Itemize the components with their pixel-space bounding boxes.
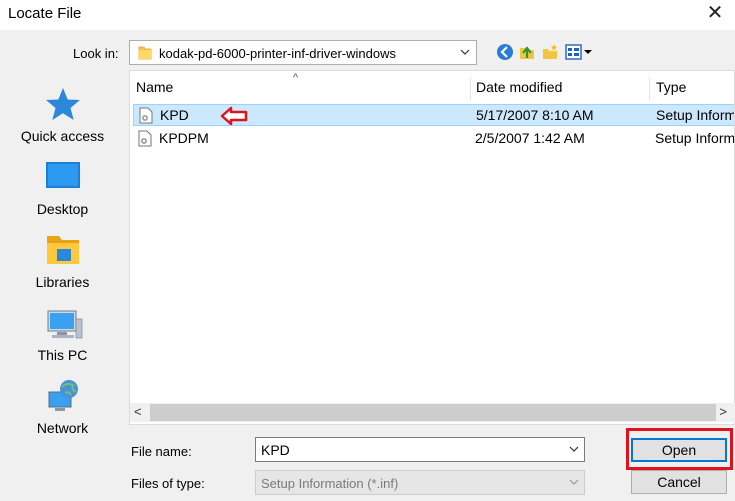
column-divider[interactable] — [470, 77, 471, 101]
desktop-icon — [46, 162, 80, 188]
chevron-down-icon — [569, 479, 579, 485]
new-folder-icon[interactable] — [541, 43, 559, 61]
file-name: KPDPM — [159, 130, 209, 146]
column-header-date-modified[interactable]: Date modified — [476, 79, 562, 101]
chevron-down-icon — [460, 49, 470, 55]
back-icon[interactable] — [496, 43, 514, 61]
file-type: Setup Information — [655, 130, 735, 146]
places-bar: Quick access Desktop Libraries This PC N… — [0, 70, 125, 436]
place-label: Desktop — [36, 201, 89, 217]
window-title: Locate File — [8, 5, 82, 22]
folder-icon — [138, 46, 152, 60]
look-in-label: Look in: — [73, 46, 119, 61]
file-type: Setup Information — [656, 107, 735, 123]
place-label: This PC — [37, 347, 88, 363]
network-icon — [48, 380, 78, 411]
red-arrow-annotation — [220, 106, 248, 126]
chevron-down-icon[interactable] — [568, 443, 580, 455]
computer-icon — [47, 310, 83, 339]
open-button[interactable]: Open — [631, 438, 727, 462]
scrollbar-thumb[interactable] — [150, 404, 716, 421]
file-name-label: File name: — [131, 444, 192, 459]
sort-ascending-icon: ^ — [293, 72, 299, 84]
file-type-dropdown[interactable]: Setup Information (*.inf) — [255, 470, 585, 495]
file-date: 2/5/2007 1:42 AM — [475, 130, 585, 146]
file-name-value: KPD — [261, 442, 290, 458]
view-menu-icon[interactable] — [565, 43, 593, 61]
scroll-left-icon[interactable]: < — [134, 404, 142, 419]
up-folder-icon[interactable] — [518, 43, 536, 61]
column-header-name[interactable]: Name — [136, 79, 173, 101]
setup-file-icon — [138, 130, 152, 147]
title-bar: Locate File ✕ — [0, 0, 735, 30]
place-label: Libraries — [35, 274, 90, 290]
place-quick-access[interactable]: Quick access — [0, 86, 125, 156]
look-in-value: kodak-pd-6000-printer-inf-driver-windows — [159, 46, 396, 61]
file-type-value: Setup Information (*.inf) — [261, 476, 399, 491]
file-name-field[interactable]: KPD — [255, 437, 585, 462]
column-header-type[interactable]: Type — [656, 79, 686, 101]
file-row-kpdpm[interactable]: KPDPM 2/5/2007 1:42 AM Setup Information — [133, 128, 735, 150]
place-network[interactable]: Network — [0, 378, 125, 448]
file-type-label: Files of type: — [131, 476, 205, 491]
place-label: Network — [36, 420, 89, 436]
setup-file-icon — [139, 107, 153, 124]
place-label: Quick access — [20, 128, 105, 144]
cancel-button[interactable]: Cancel — [631, 470, 727, 494]
horizontal-scrollbar[interactable]: < > — [130, 403, 735, 422]
place-this-pc[interactable]: This PC — [0, 305, 125, 375]
look-in-dropdown[interactable]: kodak-pd-6000-printer-inf-driver-windows — [129, 40, 477, 65]
file-date: 5/17/2007 8:10 AM — [476, 107, 594, 123]
close-icon[interactable]: ✕ — [705, 3, 725, 23]
file-name: KPD — [160, 107, 189, 123]
star-icon — [46, 88, 80, 120]
scroll-right-icon[interactable]: > — [719, 404, 727, 419]
column-divider[interactable] — [649, 77, 650, 101]
place-libraries[interactable]: Libraries — [0, 232, 125, 302]
libraries-icon — [47, 236, 79, 264]
place-desktop[interactable]: Desktop — [0, 159, 125, 229]
